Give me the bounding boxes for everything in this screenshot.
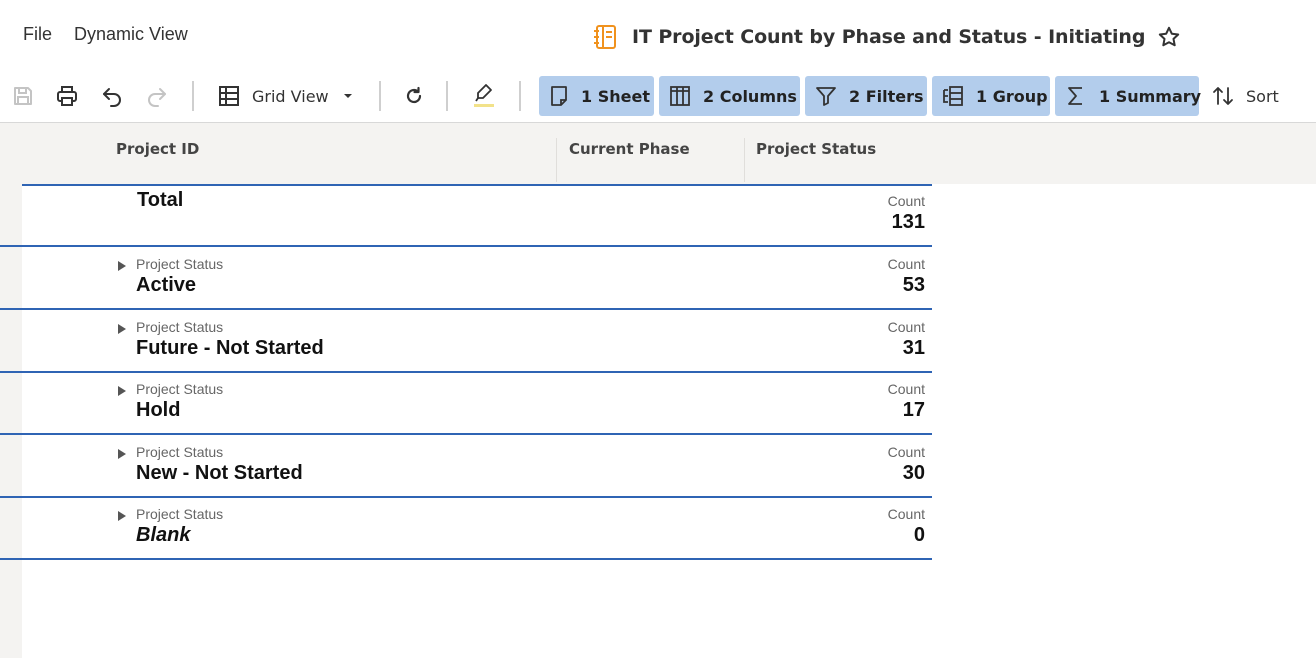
grid-icon xyxy=(218,85,240,107)
group-label: 1 Group xyxy=(976,86,1048,106)
title-area: IT Project Count by Phase and Status - I… xyxy=(592,20,1181,54)
count-label: Count xyxy=(887,256,925,272)
chevron-down-icon xyxy=(343,91,353,101)
columns-icon xyxy=(669,85,691,107)
group-row[interactable]: Project Status Blank Count 0 xyxy=(0,498,932,560)
highlighter-icon[interactable] xyxy=(469,76,499,116)
count-label: Count xyxy=(887,506,925,522)
expand-arrow-icon[interactable] xyxy=(117,323,127,335)
toolbar-divider xyxy=(192,81,194,111)
group-value: Future - Not Started xyxy=(136,337,324,359)
count-value: 53 xyxy=(902,274,925,296)
filters-label: 2 Filters xyxy=(849,86,924,106)
filters-button[interactable]: 2 Filters xyxy=(805,76,927,116)
count-value: 131 xyxy=(891,211,925,233)
toolbar-divider xyxy=(519,81,521,111)
star-icon[interactable] xyxy=(1157,25,1181,49)
total-label: Total xyxy=(137,189,184,211)
top-bar: File Dynamic View IT Project Count by Ph… xyxy=(0,0,1316,70)
count-value: 17 xyxy=(902,399,925,421)
row-separator xyxy=(0,308,932,310)
columns-label: 2 Columns xyxy=(703,86,797,106)
group-value: Active xyxy=(136,274,197,296)
count-label: Count xyxy=(887,319,925,335)
column-divider xyxy=(744,138,745,182)
column-header-project-status[interactable]: Project Status xyxy=(756,140,876,158)
count-value: 0 xyxy=(913,524,925,546)
group-field-label: Project Status xyxy=(136,319,224,335)
group-value: Blank xyxy=(136,524,191,546)
group-row[interactable]: Project Status Future - Not Started Coun… xyxy=(0,311,932,373)
report-icon xyxy=(592,23,620,51)
menu-file[interactable]: File xyxy=(23,24,52,45)
group-value: Hold xyxy=(136,399,181,421)
group-field-label: Project Status xyxy=(136,381,224,397)
expand-arrow-icon[interactable] xyxy=(117,385,127,397)
count-label: Count xyxy=(887,381,925,397)
undo-icon[interactable] xyxy=(97,76,127,116)
sheet-label: 1 Sheet xyxy=(581,86,650,106)
sort-button[interactable]: Sort xyxy=(1212,76,1279,116)
row-separator xyxy=(22,184,932,186)
group-row[interactable]: Project Status Active Count 53 xyxy=(0,248,932,310)
count-label: Count xyxy=(887,193,925,209)
sheet-button[interactable]: 1 Sheet xyxy=(539,76,654,116)
save-icon[interactable] xyxy=(8,76,38,116)
redo-icon[interactable] xyxy=(142,76,172,116)
group-field-label: Project Status xyxy=(136,506,224,522)
toolbar-divider xyxy=(446,81,448,111)
row-separator xyxy=(0,558,932,560)
count-value: 30 xyxy=(902,462,925,484)
column-divider xyxy=(556,138,557,182)
page-title: IT Project Count by Phase and Status - I… xyxy=(632,26,1146,48)
filter-icon xyxy=(815,85,837,107)
expand-arrow-icon[interactable] xyxy=(117,260,127,272)
print-icon[interactable] xyxy=(52,76,82,116)
columns-button[interactable]: 2 Columns xyxy=(659,76,800,116)
count-value: 31 xyxy=(902,337,925,359)
count-label: Count xyxy=(887,444,925,460)
sort-icon xyxy=(1212,85,1234,107)
total-row: Total Count 131 xyxy=(0,184,932,247)
group-field-label: Project Status xyxy=(136,256,224,272)
sheet-icon xyxy=(549,85,569,107)
summary-label: 1 Summary xyxy=(1099,86,1202,106)
expand-arrow-icon[interactable] xyxy=(117,510,127,522)
group-button[interactable]: 1 Group xyxy=(932,76,1050,116)
row-separator xyxy=(0,433,932,435)
toolbar: Grid View 1 Sheet 2 Columns 2 Filters 1 … xyxy=(0,72,1316,123)
view-selector[interactable]: Grid View xyxy=(218,76,353,116)
column-header-project-id[interactable]: Project ID xyxy=(116,140,199,158)
view-label: Grid View xyxy=(252,86,329,106)
group-value: New - Not Started xyxy=(136,462,303,484)
group-field-label: Project Status xyxy=(136,444,224,460)
refresh-icon[interactable] xyxy=(399,76,429,116)
column-header-current-phase[interactable]: Current Phase xyxy=(569,140,690,158)
toolbar-divider xyxy=(379,81,381,111)
sort-label: Sort xyxy=(1246,86,1279,106)
sigma-icon xyxy=(1065,85,1087,107)
group-row[interactable]: Project Status Hold Count 17 xyxy=(0,373,932,435)
row-separator xyxy=(0,245,932,247)
group-row[interactable]: Project Status New - Not Started Count 3… xyxy=(0,436,932,498)
menu-dynamic-view[interactable]: Dynamic View xyxy=(74,24,188,45)
group-icon xyxy=(942,85,964,107)
expand-arrow-icon[interactable] xyxy=(117,448,127,460)
summary-button[interactable]: 1 Summary xyxy=(1055,76,1202,116)
